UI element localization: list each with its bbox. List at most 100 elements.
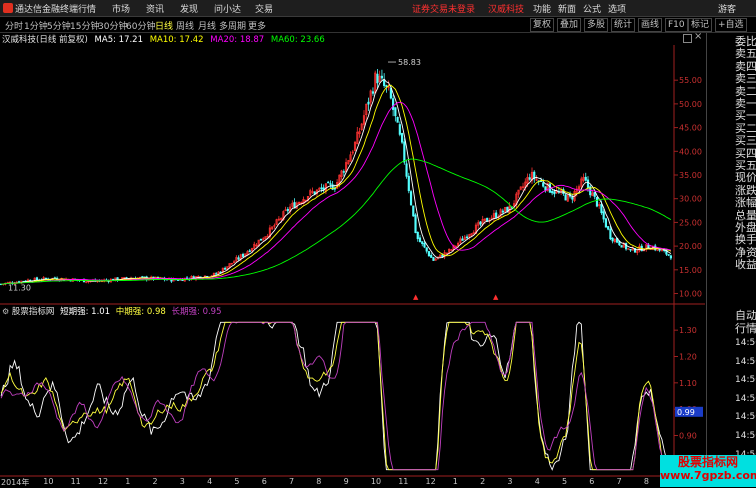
tab-weekly[interactable]: 周线 <box>176 19 194 32</box>
ma10-line <box>1 84 672 285</box>
tick-time: 14:56 <box>735 375 756 386</box>
indicator-name: 股票指标网 <box>11 307 55 317</box>
candle-body <box>35 277 39 281</box>
candle-body <box>407 175 410 192</box>
tab-multi-period[interactable]: 多周期 <box>219 19 246 32</box>
quote-label: 卖一 <box>735 97 756 110</box>
date-tick-label: 5 <box>562 477 568 486</box>
app-logo-icon <box>3 3 13 13</box>
quote-label: 净资 <box>735 245 756 259</box>
candle-body <box>396 116 399 123</box>
mark-button[interactable]: 标记 <box>688 18 713 32</box>
menu-news[interactable]: 资讯 <box>146 2 164 15</box>
tab-monthly[interactable]: 月线 <box>198 19 216 32</box>
menu-formula[interactable]: 公式 <box>583 2 601 15</box>
candle-body <box>342 171 345 173</box>
candle-body <box>430 254 433 258</box>
candle-body <box>501 210 504 213</box>
candle-body <box>376 73 379 84</box>
tab-60min[interactable]: 60分钟 <box>126 19 155 32</box>
user-guest[interactable]: 游客 <box>718 2 736 15</box>
candle-body <box>564 194 567 201</box>
price-tick-label: 45.00 <box>679 124 702 133</box>
overlay-button[interactable]: 叠加 <box>557 18 582 32</box>
chart-area[interactable]: 55.00 50.00 45.00 40.00 35.00 30.00 25.00 20.00… <box>0 45 705 477</box>
candle-body <box>412 205 415 217</box>
date-tick-label: 4 <box>534 477 540 486</box>
date-tick-label: 1 <box>452 477 458 486</box>
tab-1min[interactable]: 1分钟 <box>24 19 48 32</box>
quote-label: 收益 <box>735 258 756 272</box>
menu-market-quote[interactable]: 行情 <box>78 2 96 15</box>
indicator-gear-icon[interactable]: ⚙ <box>2 307 9 316</box>
candle-body <box>394 107 397 117</box>
candle-body <box>586 179 590 188</box>
quote-panel: 委比 卖五 卖四 卖三 卖二 卖一 买一 买二 买三 买四 买五 现价 涨跌 涨幅 总量 外盘 换手 净资 收益 自动… <box>706 33 756 487</box>
candle-body <box>286 208 289 212</box>
tab-daily[interactable]: 日线 <box>155 19 173 32</box>
price-tick-label: 10.00 <box>679 290 702 299</box>
quote-label: 卖三 <box>735 72 756 86</box>
tab-intraday[interactable]: 分时 <box>5 19 23 32</box>
quote-label: 卖四 <box>735 59 756 73</box>
quote-label: 卖二 <box>735 84 756 98</box>
candle-body <box>141 276 144 278</box>
menu-new-page[interactable]: 新面 <box>558 2 576 15</box>
login-notice[interactable]: 证券交易未登录 <box>412 2 475 15</box>
kline-chart[interactable]: 55.00 50.00 45.00 40.00 35.00 30.00 25.00 20.00… <box>0 45 705 477</box>
current-stock-name: 汉威科技 <box>488 5 525 15</box>
indicator-info-bar: ⚙ 股票指标网 短期强: 1.01 中期强: 0.98 长期强: 0.95 <box>0 305 222 317</box>
tick-time: 14:56 <box>735 431 756 441</box>
candle-body <box>571 196 574 200</box>
candle-body <box>380 75 384 79</box>
date-tick-label: 2 <box>480 477 486 486</box>
quote-label: 换手 <box>735 233 756 247</box>
statistics-button[interactable]: 统计 <box>611 18 636 32</box>
tick-time: 14:56 <box>735 393 756 404</box>
candle-body <box>544 186 547 191</box>
candle-body <box>398 124 401 135</box>
date-tick-label: 2014年 <box>1 478 30 487</box>
date-tick-label: 10 <box>370 477 382 486</box>
menu-discover[interactable]: 发现 <box>180 2 198 15</box>
menu-ask[interactable]: 问小达 <box>214 2 241 15</box>
period-toolbar: 分时 1分钟 5分钟 15分钟 30分钟 60分钟 日线 周线 月线 多周期 更… <box>0 17 756 33</box>
restore-icon[interactable] <box>683 34 692 43</box>
tick-time: 14:56 <box>735 338 756 348</box>
f10-button[interactable]: F10 <box>665 18 688 32</box>
candle-body <box>425 247 428 252</box>
tab-more[interactable]: 更多 <box>248 19 266 32</box>
tab-5min[interactable]: 5分钟 <box>47 19 71 32</box>
close-icon[interactable]: × <box>694 31 702 42</box>
chart-title: 汉威科技(日线 前复权) <box>2 35 88 45</box>
date-tick-label: 9 <box>343 477 349 486</box>
candle-body <box>421 241 424 245</box>
date-tick-label: 8 <box>316 477 322 486</box>
tab-15min[interactable]: 15分钟 <box>70 19 99 32</box>
quote-label: 涨跌 <box>735 183 756 197</box>
menu-function[interactable]: 功能 <box>533 2 551 15</box>
event-marker: ▲ <box>413 293 419 301</box>
menu-market[interactable]: 市场 <box>112 2 130 15</box>
price-tick-label: 15.00 <box>679 266 702 275</box>
candle-body <box>248 250 251 252</box>
indicator-tick-label: 1.20 <box>679 353 697 362</box>
quote-label: 买四 <box>735 146 756 160</box>
menu-trade[interactable]: 交易 <box>255 2 273 15</box>
candle-body <box>367 101 370 105</box>
multi-stock-button[interactable]: 多股 <box>584 18 609 32</box>
adjust-button[interactable]: 复权 <box>530 18 555 32</box>
price-tick-label: 25.00 <box>679 218 702 227</box>
date-tick-label: 6 <box>589 477 595 486</box>
menu-options[interactable]: 选项 <box>608 2 626 15</box>
candle-body <box>237 257 240 260</box>
current-value-label: 0.99 <box>677 408 695 417</box>
tab-30min[interactable]: 30分钟 <box>98 19 127 32</box>
ma20-value: MA20: 18.87 <box>210 35 265 45</box>
add-watchlist-button[interactable]: +自选 <box>715 18 747 32</box>
price-tick-label: 35.00 <box>679 171 702 180</box>
candle-body <box>667 254 670 256</box>
event-marker: ▲ <box>493 293 499 301</box>
draw-line-button[interactable]: 画线 <box>638 18 663 32</box>
date-tick-label: 7 <box>289 477 295 486</box>
